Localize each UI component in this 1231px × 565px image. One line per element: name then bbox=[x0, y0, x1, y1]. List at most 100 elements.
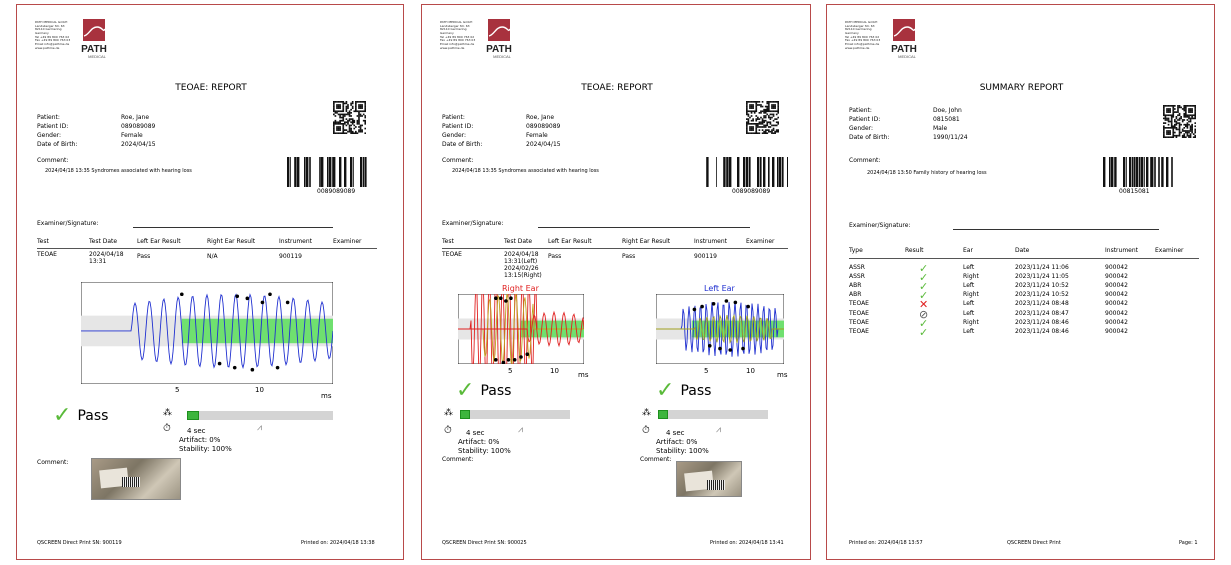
patient-label: Patient: bbox=[37, 114, 60, 121]
right-ear-waveform-chart bbox=[458, 294, 584, 364]
left-axis-unit: ms bbox=[777, 371, 788, 379]
path-medical-logo: PATH MEDICAL bbox=[79, 19, 110, 59]
row-date: 2023/11/24 10:52 bbox=[1015, 282, 1069, 290]
artifact-value: Artifact: 0% bbox=[179, 436, 221, 444]
patient-id-value: 089089089 bbox=[121, 123, 156, 130]
address-line: www.pathme.de bbox=[35, 45, 60, 50]
row-type: ABR bbox=[849, 282, 862, 290]
row-date-4: 13:15(Right) bbox=[504, 272, 542, 279]
right-stability-value: Stability: 100% bbox=[458, 447, 511, 455]
path-medical-logo: PATH MEDICAL bbox=[889, 19, 920, 59]
left-tick-5: 5 bbox=[704, 367, 709, 375]
row-test: TEOAE bbox=[442, 251, 462, 258]
teoae-waveform-chart bbox=[81, 282, 333, 384]
qr-code bbox=[746, 101, 779, 134]
col-header-test: Test bbox=[442, 238, 454, 245]
patient-value: Doe, John bbox=[933, 107, 962, 114]
row-instrument: 900042 bbox=[1105, 318, 1128, 326]
noise-progress-fill bbox=[187, 411, 199, 420]
comment-text: 2024/04/18 13:35 Syndromes associated wi… bbox=[452, 168, 599, 174]
row-left-result: Pass bbox=[137, 253, 151, 260]
axis-unit: ms bbox=[321, 392, 332, 400]
comment-label-bottom-left: Comment: bbox=[640, 456, 672, 463]
barcode-number: 0089089089 bbox=[732, 188, 771, 195]
noise-progress-bar bbox=[187, 411, 333, 420]
row-instrument: 900042 bbox=[1105, 264, 1128, 271]
row-ear: Right bbox=[963, 291, 979, 299]
col-header-left-ear: Left Ear Result bbox=[137, 238, 181, 245]
table-divider bbox=[442, 248, 788, 249]
footer-mid: QSCREEN Direct Print bbox=[1007, 540, 1061, 546]
left-tick-10: 10 bbox=[746, 367, 755, 375]
row-date: 2023/11/24 08:46 bbox=[1015, 327, 1069, 335]
row-right-result: Pass bbox=[622, 253, 636, 260]
logo-subtext: MEDICAL bbox=[493, 54, 512, 59]
patient-id-label: Patient ID: bbox=[37, 123, 69, 130]
gender-label: Gender: bbox=[849, 125, 874, 132]
check-icon: ✓ bbox=[656, 378, 675, 403]
col-header-right-ear: Right Ear Result bbox=[207, 238, 256, 245]
gender-value: Female bbox=[526, 132, 548, 139]
path-medical-logo: PATH MEDICAL bbox=[484, 19, 515, 59]
row-ear: Left bbox=[963, 309, 975, 317]
patient-id-value: 0815081 bbox=[933, 116, 960, 123]
report-page-teoae-2[interactable]: PATH MEDICAL GmbH Landsberger Str. 63 8211… bbox=[421, 4, 811, 560]
left-artifact-value: Artifact: 0% bbox=[656, 438, 698, 446]
summary-report-page[interactable]: PATH MEDICAL GmbH Landsberger Str. 63 8211… bbox=[826, 4, 1215, 560]
row-ear: Left bbox=[963, 264, 975, 271]
footer-left: QSCREEN Direct Print SN: 900119 bbox=[37, 540, 122, 546]
row-date: 2023/11/24 10:52 bbox=[1015, 291, 1069, 299]
left-stability-value: Stability: 100% bbox=[656, 447, 709, 455]
row-instrument: 900042 bbox=[1105, 300, 1128, 308]
signature-line bbox=[538, 227, 750, 228]
row-instrument: 900042 bbox=[1105, 273, 1128, 281]
check-icon: ✓ bbox=[53, 403, 72, 428]
barcode bbox=[1103, 157, 1173, 187]
right-noise-progress-bar bbox=[460, 410, 570, 419]
footer-right: Page: 1 bbox=[1179, 540, 1198, 546]
examiner-signature-label: Examiner/Signature: bbox=[849, 222, 911, 229]
col-header-ear: Ear bbox=[963, 247, 973, 254]
report-page-teoae-1[interactable]: PATH MEDICAL GmbH Landsberger Str. 63 8211… bbox=[16, 4, 404, 560]
comment-text: 2024/04/18 13:50 Family history of heari… bbox=[867, 170, 987, 176]
dob-label: Date of Birth: bbox=[849, 134, 890, 141]
row-instrument: 900042 bbox=[1105, 309, 1128, 317]
table-divider bbox=[849, 258, 1199, 259]
comment-text: 2024/04/18 13:35 Syndromes associated wi… bbox=[45, 168, 192, 174]
stopwatch-icon: ⏱ bbox=[444, 425, 452, 436]
address-line: www.pathme.de bbox=[440, 45, 465, 50]
col-header-instrument: Instrument bbox=[1105, 247, 1139, 254]
dob-value: 2024/04/15 bbox=[526, 141, 561, 148]
left-noise-progress-bar bbox=[658, 410, 768, 419]
stopwatch-icon: ⏱ bbox=[163, 423, 171, 434]
dob-label: Date of Birth: bbox=[442, 141, 483, 148]
attached-photo bbox=[91, 458, 181, 500]
noise-icon: ⁂ bbox=[642, 408, 651, 418]
gender-value: Male bbox=[933, 125, 948, 132]
company-address: PATH MEDICAL GmbH Landsberger Str. 63 8211… bbox=[440, 20, 475, 50]
patient-id-label: Patient ID: bbox=[849, 116, 881, 123]
patient-value: Roe, Jane bbox=[526, 114, 555, 121]
row-date: 2023/11/24 11:05 bbox=[1015, 273, 1069, 281]
gender-label: Gender: bbox=[37, 132, 62, 139]
row-ear: Left bbox=[963, 282, 975, 290]
row-instrument: 900042 bbox=[1105, 291, 1128, 299]
col-header-result: Result bbox=[905, 247, 924, 254]
row-type: ASSR bbox=[849, 273, 865, 281]
report-title: TEOAE: REPORT bbox=[175, 83, 247, 93]
right-axis-unit: ms bbox=[578, 371, 589, 379]
row-date: 2023/11/24 08:47 bbox=[1015, 309, 1069, 317]
col-header-date: Date bbox=[1015, 247, 1030, 254]
row-right-result: N/A bbox=[207, 253, 218, 260]
right-test-duration: 4 sec bbox=[466, 429, 485, 437]
examiner-signature-label: Examiner/Signature: bbox=[442, 220, 504, 227]
col-header-test: Test bbox=[37, 238, 49, 245]
row-instrument: 900042 bbox=[1105, 327, 1128, 335]
barcode bbox=[706, 157, 788, 187]
noise-progress-fill bbox=[658, 410, 668, 419]
examiner-signature-label: Examiner/Signature: bbox=[37, 220, 99, 227]
dob-value: 2024/04/15 bbox=[121, 141, 156, 148]
col-header-examiner: Examiner bbox=[333, 238, 362, 245]
row-ear: Left bbox=[963, 327, 975, 335]
footer-left: QSCREEN Direct Print SN: 900025 bbox=[442, 540, 527, 546]
